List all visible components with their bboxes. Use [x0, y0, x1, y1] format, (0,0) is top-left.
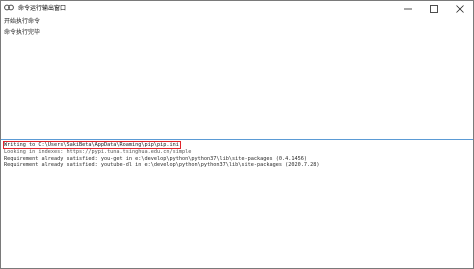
output-line: Looking in indexes: https://pypi.tuna.ts… [4, 149, 192, 155]
window-title: 命令运行输出窗口 [18, 5, 67, 12]
status-start-text: 开始执行命令 [4, 18, 41, 25]
output-line: Requirement already satisfied: youtube-d… [4, 162, 320, 168]
output-line-highlighted: Writing to C:\Users\SakiBeta\AppData\Roa… [3, 141, 181, 149]
close-button[interactable] [447, 1, 473, 14]
status-done-text: 命令执行完毕 [4, 29, 41, 36]
command-output-window: 命令运行输出窗口 开始执行命令 命令执行完毕 Writing to C:\Use… [0, 0, 474, 269]
app-logo-icon [4, 4, 14, 12]
output-panel[interactable]: Writing to C:\Users\SakiBeta\AppData\Roa… [1, 141, 473, 268]
minimize-button[interactable] [395, 1, 421, 14]
status-panel[interactable]: 开始执行命令 命令执行完毕 [1, 14, 473, 138]
panel-splitter[interactable] [1, 139, 473, 140]
maximize-button[interactable] [421, 1, 447, 14]
title-bar[interactable]: 命令运行输出窗口 [1, 1, 473, 14]
